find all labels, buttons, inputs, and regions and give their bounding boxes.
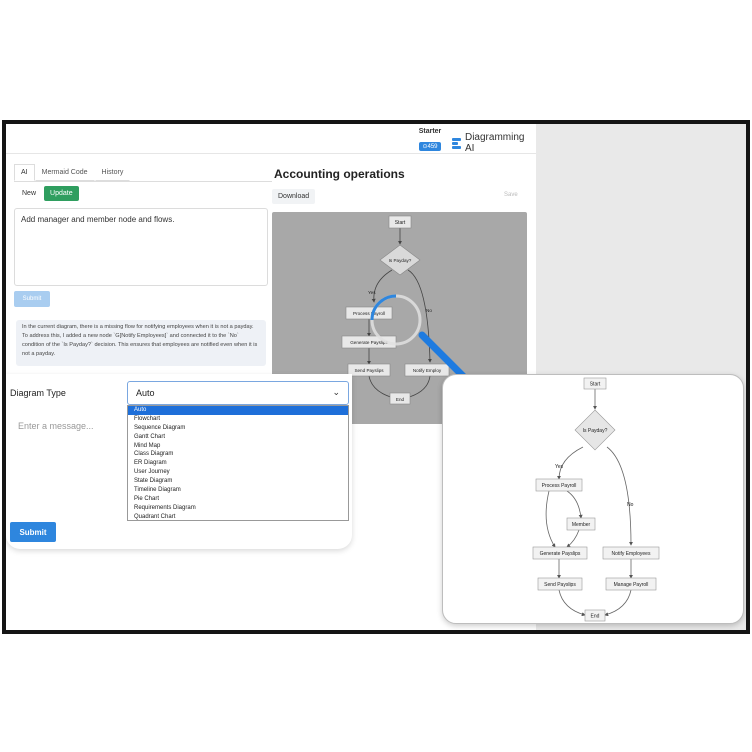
tab-history[interactable]: History	[94, 164, 131, 181]
option-quadrant-chart[interactable]: Quadrant Chart	[128, 513, 348, 522]
option-mind-map[interactable]: Mind Map	[128, 442, 348, 451]
diagram-type-select[interactable]: Auto ⌄	[127, 381, 349, 405]
prompt-textarea[interactable]: Add manager and member node and flows.	[14, 208, 268, 286]
node-manage-payroll-label: Manage Payroll	[614, 582, 649, 588]
tab-ai[interactable]: AI	[14, 164, 35, 181]
diagram-type-label: Diagram Type	[10, 388, 66, 398]
option-auto[interactable]: Auto	[128, 406, 348, 415]
ai-explanation: In the current diagram, there is a missi…	[16, 320, 266, 366]
node-process-payroll-label: Process Payroll	[353, 311, 385, 316]
node-generate-payslips-label: Generate Payslips	[540, 551, 581, 557]
tabs-divider	[14, 181, 272, 182]
plan-badge[interactable]: Starter ⊙459	[416, 128, 444, 153]
option-sequence-diagram[interactable]: Sequence Diagram	[128, 424, 348, 433]
tab-mermaid-code[interactable]: Mermaid Code	[34, 164, 95, 181]
option-timeline-diagram[interactable]: Timeline Diagram	[128, 486, 348, 495]
screenshot-canvas: Starter ⊙459 Diagramming AI AI Mermaid C…	[6, 124, 746, 630]
diagram-type-options: Auto Flowchart Sequence Diagram Gantt Ch…	[127, 405, 349, 521]
edge-no-label: No	[426, 308, 432, 313]
mode-new-button[interactable]: New	[16, 186, 42, 201]
diagram-type-selected: Auto	[136, 388, 155, 398]
node-start-label: Start	[395, 220, 406, 226]
node-end-label: End	[591, 614, 600, 620]
save-button[interactable]: Save	[504, 192, 518, 198]
editor-tabs: AI Mermaid Code History	[14, 164, 131, 181]
node-notify-employees-label: Notify Employees	[612, 551, 651, 557]
submit-button-disabled[interactable]: Submit	[14, 291, 50, 307]
node-start-label: Start	[590, 382, 601, 388]
page-title: Accounting operations	[274, 167, 405, 181]
plan-label: Starter	[418, 128, 442, 135]
brand[interactable]: Diagramming AI	[452, 132, 536, 154]
node-send-payslips-label: Send Payslips	[354, 368, 384, 373]
option-flowchart[interactable]: Flowchart	[128, 415, 348, 424]
option-gantt-chart[interactable]: Gantt Chart	[128, 433, 348, 442]
zoomed-diagram-svg: Start Is Payday? Yes No Process Payroll …	[532, 377, 660, 622]
node-member-label: Member	[572, 522, 591, 528]
option-state-diagram[interactable]: State Diagram	[128, 477, 348, 486]
logo-icon	[452, 137, 461, 149]
option-requirements-diagram[interactable]: Requirements Diagram	[128, 504, 348, 513]
option-class-diagram[interactable]: Class Diagram	[128, 450, 348, 459]
edge-no-label: No	[627, 502, 634, 508]
option-er-diagram[interactable]: ER Diagram	[128, 459, 348, 468]
option-pie-chart[interactable]: Pie Chart	[128, 495, 348, 504]
brand-name: Diagramming AI	[464, 132, 525, 154]
node-process-payroll-label: Process Payroll	[542, 483, 577, 489]
option-user-journey[interactable]: User Journey	[128, 468, 348, 477]
diagram-type-panel: Diagram Type Auto ⌄ Auto Flowchart Seque…	[6, 374, 352, 549]
mode-update-button[interactable]: Update	[44, 186, 79, 201]
node-send-payslips-label: Send Payslips	[544, 582, 576, 588]
chevron-down-icon: ⌄	[332, 387, 340, 397]
mode-toggle: New Update	[16, 186, 79, 201]
node-end-label: End	[396, 397, 405, 402]
message-input[interactable]: Enter a message...	[10, 414, 125, 514]
node-decision-label: Is Payday?	[583, 428, 608, 434]
submit-button[interactable]: Submit	[10, 522, 56, 542]
download-button[interactable]: Download	[272, 189, 316, 204]
edge-yes-label: Yes	[555, 464, 564, 470]
zoomed-diagram-panel: Start Is Payday? Yes No Process Payroll …	[442, 374, 744, 624]
edge-yes-label: Yes	[368, 290, 376, 295]
node-decision-label: Is Payday?	[389, 258, 412, 263]
top-bar: Starter ⊙459 Diagramming AI	[6, 124, 536, 154]
credits-badge: ⊙459	[419, 142, 441, 151]
